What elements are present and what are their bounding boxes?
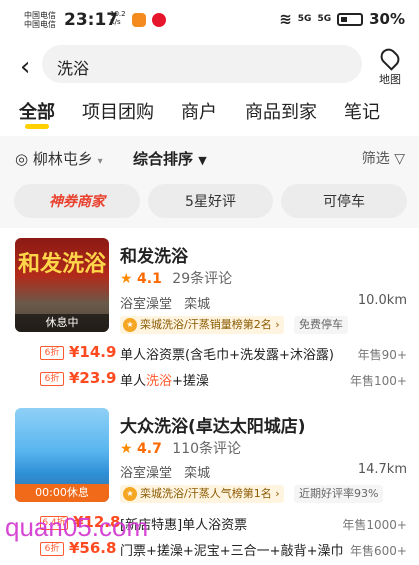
listing-thumbnail[interactable]: 和发洗浴 休息中 [15,238,109,332]
sort-dropdown[interactable]: 综合排序 ▼ [133,148,207,169]
deal-title: 单人洗浴+搓澡 [120,370,209,389]
rating-percent-badge: 近期好评率93% [294,485,384,503]
distance: 10.0km [357,293,407,308]
tab-notes[interactable]: 笔记 [344,98,380,124]
sold-count: 年售100+ [350,374,407,388]
review-count: 29条评论 [172,271,233,287]
chip-parking[interactable]: 可停车 [281,184,407,218]
category-tabs: 全部 项目团购 商户 商品到家 笔记 [0,98,419,128]
sold-count: 年售600+ [350,544,407,558]
deal-row[interactable]: 6折 ¥23.9 单人洗浴+搓澡 [40,369,340,390]
storefront-sign: 和发洗浴 [17,252,106,277]
deal-row[interactable]: 6折 ¥14.9 单人浴资票(含毛巾+洗发露+沐浴露) [40,343,405,364]
search-input[interactable]: 洗浴 [42,45,362,83]
review-count: 110条评论 [172,441,242,457]
filter-button[interactable]: 筛选 ▽ [362,148,405,168]
carrier-1: 中国电信 [24,11,56,20]
category: 浴室澡堂 [120,466,173,481]
status-bar: 中国电信 中国电信 23:17 10.2 K/s ≋ 5G 5G 30% [0,0,419,38]
rank-badge[interactable]: ★ 栾城洗浴/汗蒸销量榜第2名 › [120,316,284,334]
star-icon: ★ [120,441,133,457]
rating-score: 4.7 [137,441,162,457]
chevron-down-icon: ▼ [198,154,207,167]
tab-group-deals[interactable]: 项目团购 [82,98,154,124]
network-speed: 10.2 K/s [110,10,126,26]
active-tab-indicator [25,124,49,129]
location-pin-icon: ◎ [15,150,29,168]
discount-badge: 6折 [40,372,64,386]
rank-text: 栾城洗浴/汗蒸销量榜第2名 [140,318,272,331]
listing-name[interactable]: 大众洗浴(卓达太阳城店) [120,412,306,437]
chevron-down-icon: ▾ [97,156,103,167]
deal-title: 门票+搓澡+泥宝+三合一+敲背+澡巾 [120,544,344,559]
category-row: 浴室澡堂 栾城 [120,293,210,312]
deal-title: 单人浴资票(含毛巾+洗发露+沐浴露) [120,348,334,363]
watermark: quan05.com [5,512,149,542]
tab-delivery[interactable]: 商品到家 [245,98,317,124]
notification-app-icon [132,13,146,27]
location-label: 柳林屯乡 [32,150,93,168]
listing-name[interactable]: 和发洗浴 [120,242,188,267]
chevron-right-icon: › [275,318,280,331]
discount-badge: 6折 [40,542,64,556]
rank-badge[interactable]: ★ 栾城洗浴/汗蒸人气榜第1名 › [120,485,284,503]
wifi-icon: ≋ [279,10,292,28]
search-query: 洗浴 [57,59,90,78]
map-button[interactable]: 地图 [374,45,406,87]
chevron-right-icon: › [275,487,280,500]
weibo-icon [152,13,166,27]
system-indicators: ≋ 5G 5G 30% [279,10,405,28]
deal-title-part: +搓澡 [172,374,209,389]
carrier-2: 中国电信 [24,20,56,29]
deal-title-highlight: 洗浴 [146,374,173,389]
deal-title-part: 单人 [120,374,147,389]
area: 栾城 [184,297,211,312]
listing-thumbnail[interactable]: 00:00休息 [15,408,109,502]
rating-row: ★ 4.1 29条评论 [120,268,232,288]
funnel-icon: ▽ [394,151,405,167]
tab-merchants[interactable]: 商户 [181,98,217,124]
deal-row[interactable]: 6折 ¥56.8 门票+搓澡+泥宝+三合一+敲背+澡巾 [40,539,344,560]
category: 浴室澡堂 [120,297,173,312]
medal-icon: ★ [123,487,137,501]
battery-icon [337,12,364,26]
business-status: 休息中 [15,314,109,332]
parking-badge: 免费停车 [294,316,348,334]
deal-price: ¥14.9 [69,343,117,361]
medal-icon: ★ [123,318,137,332]
speed-unit: K/s [110,18,121,26]
category-row: 浴室澡堂 栾城 [120,462,210,481]
signal-icon-2: 5G [317,14,332,24]
map-pin-icon [377,45,403,71]
rating-row: ★ 4.7 110条评论 [120,438,241,458]
filter-label: 筛选 [361,151,390,167]
battery-level: 30% [369,10,405,28]
business-status: 00:00休息 [15,484,109,502]
speed-value: 10.2 [110,10,126,18]
sold-count: 年售90+ [357,348,407,362]
sold-count: 年售1000+ [342,518,407,532]
carrier-info: 中国电信 中国电信 [24,11,56,29]
star-icon: ★ [120,271,133,287]
back-icon[interactable]: ‹ [20,52,30,82]
deal-price: ¥23.9 [69,369,117,387]
signal-icon-1: 5G [297,14,312,24]
chip-five-star[interactable]: 5星好评 [148,184,273,218]
rating-score: 4.1 [137,271,162,287]
tab-all[interactable]: 全部 [19,98,55,124]
area: 栾城 [184,466,211,481]
distance: 14.7km [357,462,407,477]
sort-label: 综合排序 [133,150,194,168]
map-label: 地图 [379,73,401,86]
location-filter[interactable]: ◎ 柳林屯乡 ▾ [15,148,103,169]
chip-coupon-merchants[interactable]: 神券商家 [14,184,140,218]
discount-badge: 6折 [40,346,64,360]
rank-text: 栾城洗浴/汗蒸人气榜第1名 [140,487,272,500]
